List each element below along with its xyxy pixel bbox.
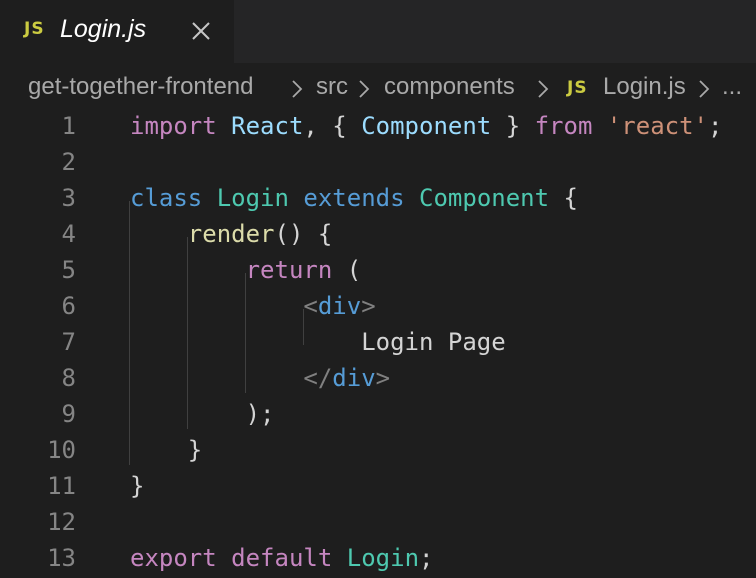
code-token: Component <box>361 112 492 140</box>
tab-bar: JS Login.js <box>0 0 756 63</box>
code-line[interactable]: 5 return ( <box>0 252 756 288</box>
code-token: default <box>231 544 333 572</box>
code-token: 'react' <box>606 112 709 140</box>
code-token: from <box>534 112 593 140</box>
code-line[interactable]: 12 <box>0 504 756 540</box>
line-number: 4 <box>61 220 76 248</box>
code-token: Component <box>419 184 550 212</box>
code-line[interactable]: 10 } <box>0 432 756 468</box>
chevron-right-icon <box>358 78 370 106</box>
line-number: 10 <box>47 436 76 464</box>
breadcrumb-item-file[interactable]: Login.js <box>603 73 686 101</box>
breadcrumb-item-components[interactable]: components <box>384 73 515 101</box>
code-line[interactable]: 4 render() { <box>0 216 756 252</box>
code-token: import <box>130 112 217 140</box>
chevron-right-icon <box>291 78 303 106</box>
code-text: } <box>130 432 202 468</box>
breadcrumb-item-project[interactable]: get-together-frontend <box>28 73 253 101</box>
code-text: ); <box>130 396 275 432</box>
chevron-right-icon <box>698 78 710 106</box>
code-text: Login Page <box>130 324 506 360</box>
code-line[interactable]: 8 </div> <box>0 360 756 396</box>
code-text: class Login extends Component { <box>130 180 578 216</box>
code-token: < <box>303 292 318 320</box>
code-line[interactable]: 7 Login Page <box>0 324 756 360</box>
code-token: return <box>245 256 333 284</box>
code-token: { <box>549 184 578 212</box>
code-token: } <box>491 112 535 140</box>
line-number: 8 <box>61 364 76 392</box>
tab-login-js[interactable]: JS Login.js <box>0 0 234 63</box>
code-token: React <box>231 112 304 140</box>
breadcrumb: get-together-frontend src components JS … <box>0 63 756 111</box>
code-token: , { <box>303 112 362 140</box>
breadcrumb-item-src[interactable]: src <box>316 73 348 101</box>
code-token: ; <box>708 112 723 140</box>
js-file-icon: JS <box>24 19 45 39</box>
code-token: > <box>375 364 391 392</box>
chevron-right-icon <box>537 78 549 106</box>
breadcrumb-more[interactable]: ... <box>722 73 742 101</box>
code-line[interactable]: 3 class Login extends Component { <box>0 180 756 216</box>
line-number: 5 <box>61 256 76 284</box>
code-token: div <box>317 292 362 320</box>
code-token: } <box>130 436 203 464</box>
code-text: return ( <box>130 252 362 288</box>
close-icon[interactable] <box>186 16 216 46</box>
code-token: div <box>332 364 376 392</box>
code-token: render <box>187 220 275 248</box>
line-number: 6 <box>61 292 76 320</box>
code-token: Login Page <box>361 328 506 356</box>
line-number: 1 <box>61 112 76 140</box>
code-text: render() { <box>130 216 333 252</box>
code-line[interactable]: 6 <div> <box>0 288 756 324</box>
line-number: 2 <box>61 148 76 176</box>
line-number: 3 <box>61 184 76 212</box>
line-number: 9 <box>61 400 76 428</box>
code-token: ( <box>332 256 362 284</box>
tab-title: Login.js <box>60 15 147 43</box>
code-token: > <box>361 292 376 320</box>
line-number: 11 <box>47 472 76 500</box>
code-token: export <box>130 544 217 572</box>
code-line[interactable]: 2 <box>0 144 756 180</box>
code-token: extends <box>303 184 405 212</box>
code-token: class <box>130 184 203 212</box>
js-file-icon: JS <box>567 78 588 98</box>
code-line[interactable]: 9 ); <box>0 396 756 432</box>
code-line[interactable]: 11} <box>0 468 756 504</box>
code-token: ); <box>130 400 275 428</box>
code-text: <div> <box>130 288 376 324</box>
code-line[interactable]: 13 export default Login; <box>0 540 756 576</box>
code-token: Login <box>216 184 289 212</box>
line-number: 12 <box>47 508 76 536</box>
code-line[interactable]: 1 import React, { Component } from 'react… <box>0 108 756 144</box>
code-text: export default Login; <box>130 540 433 576</box>
code-editor[interactable]: 1 import React, { Component } from 'react… <box>0 111 756 578</box>
line-number: 7 <box>61 328 76 356</box>
code-text: } <box>130 468 144 504</box>
code-token: ; <box>419 544 434 572</box>
code-token: () { <box>274 220 333 248</box>
code-token: } <box>130 472 145 500</box>
code-token: Login <box>346 544 420 572</box>
code-text: </div> <box>130 360 390 396</box>
line-number: 13 <box>47 544 76 572</box>
code-token: </ <box>303 364 333 392</box>
code-text: import React, { Component } from 'react'… <box>130 108 722 144</box>
